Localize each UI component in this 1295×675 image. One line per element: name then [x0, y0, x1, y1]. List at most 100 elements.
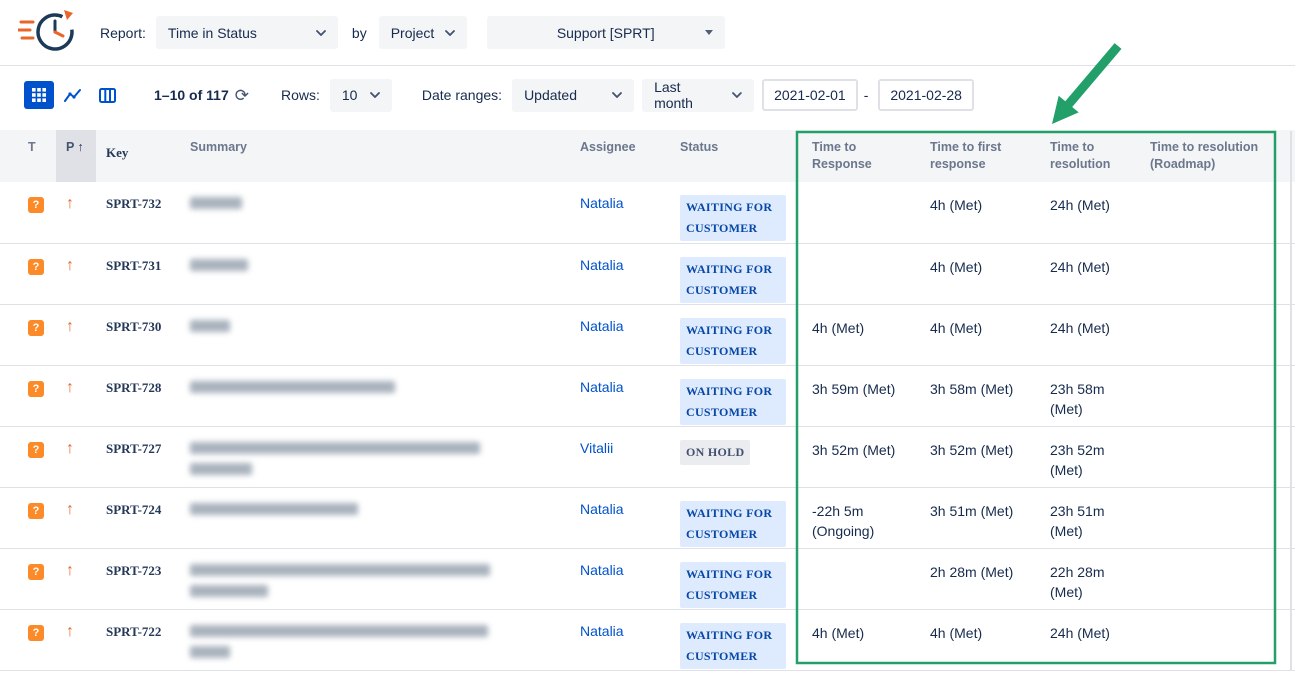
issue-key: SPRT-727 [96, 426, 180, 487]
column-header-label: Key [106, 145, 128, 160]
time-to-resolution-cell: 24h (Met) [1040, 609, 1140, 670]
by-label: by [352, 25, 367, 41]
assignee-link[interactable]: Natalia [580, 195, 624, 211]
type-cell: ? [0, 182, 56, 243]
priority-cell: ↑ [56, 243, 96, 304]
question-type-icon: ? [28, 442, 44, 458]
project-select[interactable]: Support [SPRT] [487, 16, 725, 49]
column-header-summary[interactable]: Summary [180, 130, 570, 182]
view-grid-button[interactable] [24, 81, 54, 109]
status-lozenge: WAITING FOR CUSTOMER [680, 623, 786, 669]
column-header-t[interactable]: T [0, 130, 56, 182]
time-to-first-response-cell: 4h (Met) [920, 243, 1040, 304]
issue-summary-redacted [180, 243, 570, 304]
redacted-text-bar [190, 585, 268, 597]
issue-key: SPRT-730 [96, 304, 180, 365]
assignee-link[interactable]: Natalia [580, 318, 624, 334]
chevron-down-icon [316, 30, 326, 36]
assignee-link[interactable]: Natalia [580, 623, 624, 639]
date-to-input[interactable]: 2021-02-28 [878, 79, 974, 111]
assignee-cell: Natalia [570, 365, 670, 426]
assignee-link[interactable]: Natalia [580, 501, 624, 517]
issue-row: ?↑SPRT-731NataliaWAITING FOR CUSTOMER4h … [0, 243, 1295, 304]
column-header-label: Time to first response [930, 140, 1001, 171]
date-field-select[interactable]: Updated [512, 79, 634, 112]
priority-up-icon: ↑ [66, 257, 74, 274]
priority-cell: ↑ [56, 304, 96, 365]
table-body: ?↑SPRT-732NataliaWAITING FOR CUSTOMER4h … [0, 182, 1295, 670]
column-header-time-to-response[interactable]: Time to Response [802, 130, 920, 182]
time-to-resolution-cell: 24h (Met) [1040, 243, 1140, 304]
date-from-input[interactable]: 2021-02-01 [762, 79, 858, 111]
time-to-resolution-roadmap-cell [1140, 487, 1295, 548]
issue-row: ?↑SPRT-723NataliaWAITING FOR CUSTOMER2h … [0, 548, 1295, 609]
column-header-key[interactable]: Key [96, 130, 180, 182]
view-columns-button[interactable] [92, 81, 122, 109]
assignee-link[interactable]: Natalia [580, 379, 624, 395]
app-header: Report: Time in Status by Project Suppor… [0, 0, 1295, 66]
time-to-resolution-roadmap-cell [1140, 609, 1295, 670]
vertical-scrollbar[interactable] [1290, 131, 1292, 671]
table-header-row: TP↑ Key Summary Assignee StatusTime to Respo… [0, 130, 1295, 182]
time-to-resolution-cell: 23h 51m (Met) [1040, 487, 1140, 548]
priority-up-icon: ↑ [66, 501, 74, 518]
issue-summary-redacted [180, 548, 570, 609]
assignee-link[interactable]: Natalia [580, 257, 624, 273]
assignee-link[interactable]: Natalia [580, 562, 624, 578]
status-lozenge: WAITING FOR CUSTOMER [680, 562, 786, 608]
assignee-cell: Natalia [570, 487, 670, 548]
type-cell: ? [0, 365, 56, 426]
priority-up-icon: ↑ [66, 440, 74, 457]
report-type-select[interactable]: Time in Status [156, 16, 338, 49]
column-header-label: Assignee [580, 140, 636, 154]
status-cell: WAITING FOR CUSTOMER [670, 548, 802, 609]
report-type-value: Time in Status [168, 25, 257, 41]
assignee-cell: Natalia [570, 609, 670, 670]
redacted-text-bar [190, 197, 242, 209]
time-to-first-response-cell: 3h 58m (Met) [920, 365, 1040, 426]
priority-cell: ↑ [56, 548, 96, 609]
status-cell: WAITING FOR CUSTOMER [670, 365, 802, 426]
column-header-time-to-resolution[interactable]: Time to resolution [1040, 130, 1140, 182]
time-to-resolution-roadmap-cell [1140, 304, 1295, 365]
time-to-resolution-cell: 22h 28m (Met) [1040, 548, 1140, 609]
assignee-cell: Natalia [570, 304, 670, 365]
redacted-text-bar [190, 625, 488, 637]
date-separator: - [864, 87, 869, 103]
refresh-button[interactable]: ⟳ [229, 87, 255, 104]
issue-key: SPRT-728 [96, 365, 180, 426]
time-to-response-cell: -22h 5m (Ongoing) [802, 487, 920, 548]
assignee-cell: Natalia [570, 182, 670, 243]
column-header-time-to-resolution-roadmap[interactable]: Time to resolution (Roadmap) [1140, 130, 1295, 182]
report-scope-select[interactable]: Project [379, 16, 467, 49]
priority-cell: ↑ [56, 182, 96, 243]
column-header-label: Time to resolution [1050, 140, 1110, 171]
time-to-resolution-roadmap-cell [1140, 548, 1295, 609]
column-header-time-to-first-response[interactable]: Time to first response [920, 130, 1040, 182]
priority-up-icon: ↑ [66, 318, 74, 335]
time-to-resolution-roadmap-cell [1140, 182, 1295, 243]
issue-key: SPRT-724 [96, 487, 180, 548]
issue-summary-redacted [180, 182, 570, 243]
view-chart-button[interactable] [58, 81, 88, 109]
redacted-text-bar [190, 320, 230, 332]
column-header-assignee[interactable]: Assignee [570, 130, 670, 182]
type-cell: ? [0, 243, 56, 304]
assignee-link[interactable]: Vitalii [580, 440, 613, 456]
priority-up-icon: ↑ [66, 379, 74, 396]
toolbar: 1–10 of 117 ⟳ Rows: 10 Date ranges: Upda… [0, 72, 1295, 118]
time-to-first-response-cell: 2h 28m (Met) [920, 548, 1040, 609]
column-header-p[interactable]: P↑ [56, 130, 96, 182]
pagination-label: 1–10 of 117 [154, 87, 229, 103]
issue-summary-redacted [180, 365, 570, 426]
report-scope-value: Project [391, 25, 435, 41]
project-value: Support [SPRT] [557, 25, 655, 41]
type-cell: ? [0, 487, 56, 548]
time-in-status-logo [18, 5, 80, 60]
date-preset-select[interactable]: Last month [642, 79, 754, 112]
type-cell: ? [0, 609, 56, 670]
time-to-first-response-cell: 4h (Met) [920, 609, 1040, 670]
status-cell: WAITING FOR CUSTOMER [670, 304, 802, 365]
rows-per-page-select[interactable]: 10 [330, 79, 392, 112]
column-header-status[interactable]: Status [670, 130, 802, 182]
